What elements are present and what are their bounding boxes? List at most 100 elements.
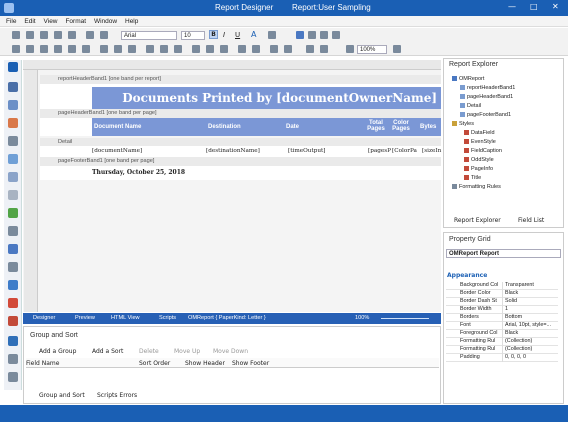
maximize-icon[interactable]: □ [530, 2, 538, 11]
band-page-header[interactable]: pageHeaderBand1 [one band per page] [40, 109, 441, 118]
category-appearance[interactable]: Appearance [447, 272, 487, 279]
bold-button[interactable]: B [209, 30, 218, 39]
zip-tool-icon[interactable] [8, 372, 18, 382]
tree-item-evenstyle[interactable]: EvenStyle [464, 139, 496, 145]
crossband-tool-icon[interactable] [8, 354, 18, 364]
hspace-inc-icon[interactable] [160, 45, 168, 53]
prop-font[interactable]: Font Arial, 10pt, style=... [446, 322, 558, 330]
barcode-tool-icon[interactable] [8, 226, 18, 236]
undo-icon[interactable] [86, 31, 94, 39]
tab-scripts[interactable]: Scripts [159, 313, 176, 324]
delete-icon[interactable] [68, 31, 76, 39]
zoom-select[interactable]: 100% [357, 45, 387, 54]
menu-format[interactable]: Format [65, 16, 86, 27]
move-down-button[interactable]: Move Down [213, 348, 248, 355]
align-left-icon[interactable] [296, 31, 304, 39]
send-back-icon[interactable] [252, 45, 260, 53]
report-title-box[interactable]: Documents Printed by [documentOwnerName] [92, 87, 441, 111]
align-lefts-icon[interactable] [12, 45, 20, 53]
snap-icon[interactable] [284, 45, 292, 53]
zoom-out-icon[interactable] [346, 45, 354, 53]
save-icon[interactable] [12, 31, 20, 39]
underline-button[interactable]: U [235, 31, 240, 39]
add-sort-button[interactable]: Add a Sort [92, 348, 123, 355]
tree-item-omreport[interactable]: OMReport [452, 76, 484, 82]
font-select[interactable]: Arial [121, 31, 177, 40]
tab-field-list[interactable]: Field List [518, 217, 544, 224]
tree-item-page-header[interactable]: pageHeaderBand1 [460, 94, 513, 100]
prop-borders[interactable]: Borders Bottom [446, 314, 558, 322]
tree-item-fieldcaption[interactable]: FieldCaption [464, 148, 502, 154]
menu-help[interactable]: Help [125, 16, 138, 27]
paste-icon[interactable] [54, 31, 62, 39]
tab-html-view[interactable]: HTML View [111, 313, 140, 324]
menu-view[interactable]: View [44, 16, 58, 27]
vspace-inc-icon[interactable] [206, 45, 214, 53]
menu-file[interactable]: File [6, 16, 16, 27]
vspace-equal-icon[interactable] [192, 45, 200, 53]
field-destination[interactable]: [destinationName] [206, 148, 260, 154]
menu-edit[interactable]: Edit [24, 16, 35, 27]
checkbox-tool-icon[interactable] [8, 100, 18, 110]
tree-item-page-footer[interactable]: pageFooterBand1 [460, 112, 511, 118]
field-color-pages[interactable]: [ColorPa [392, 148, 417, 154]
band-page-footer[interactable]: pageFooterBand1 [one band per page] [40, 157, 441, 166]
grid-icon[interactable] [270, 45, 278, 53]
label-tool-icon[interactable] [8, 82, 18, 92]
gauge-tool-icon[interactable] [8, 298, 18, 308]
tree-item-detail[interactable]: Detail [460, 103, 481, 109]
menu-window[interactable]: Window [94, 16, 117, 27]
tab-group-and-sort[interactable]: Group and Sort [39, 392, 85, 399]
field-bytes[interactable]: [sizeIn [422, 148, 441, 154]
copy-icon[interactable] [40, 31, 48, 39]
background-color-icon[interactable] [268, 31, 276, 39]
align-rights-icon[interactable] [40, 45, 48, 53]
shape-tool-icon[interactable] [8, 208, 18, 218]
link-icon[interactable] [306, 45, 314, 53]
table-tool-icon[interactable] [8, 172, 18, 182]
align-centers-icon[interactable] [26, 45, 34, 53]
tree-item-pageinfo[interactable]: PageInfo [464, 166, 493, 172]
prop-border-color[interactable]: Border Color Black [446, 290, 558, 298]
band-report-header[interactable]: reportHeaderBand1 [one band per report] [40, 75, 441, 84]
pagebreak-tool-icon[interactable] [8, 262, 18, 272]
pageinfo-tool-icon[interactable] [8, 336, 18, 346]
line-tool-icon[interactable] [8, 190, 18, 200]
hspace-dec-icon[interactable] [174, 45, 182, 53]
field-date[interactable]: [timeOutput] [288, 148, 326, 154]
prop-formatting-rules-1[interactable]: Formatting Rul (Collection) [446, 338, 558, 346]
zoom-in-icon[interactable] [393, 45, 401, 53]
same-height-icon[interactable] [114, 45, 122, 53]
align-bottoms-icon[interactable] [82, 45, 90, 53]
delete-button[interactable]: Delete [139, 348, 159, 355]
font-size-select[interactable]: 10 [181, 31, 205, 40]
column-header-row[interactable]: Document Name Destination Date Total Pag… [92, 118, 441, 136]
picture-tool-icon[interactable] [8, 136, 18, 146]
vspace-dec-icon[interactable] [220, 45, 228, 53]
tree-item-oddstyle[interactable]: OddStyle [464, 157, 494, 163]
prop-formatting-rules-2[interactable]: Formatting Rul (Collection) [446, 346, 558, 354]
tree-item-datafield[interactable]: DataField [464, 130, 495, 136]
redo-icon[interactable] [100, 31, 108, 39]
tab-preview[interactable]: Preview [75, 313, 95, 324]
justify-icon[interactable] [332, 31, 340, 39]
prop-background-color[interactable]: Background Col Transparent [446, 282, 558, 290]
prop-foreground-color[interactable]: Foreground Col Black [446, 330, 558, 338]
footer-date[interactable]: Thursday, October 25, 2018 [92, 169, 185, 176]
zoom-slider[interactable] [381, 318, 429, 319]
tab-scripts-errors[interactable]: Scripts Errors [97, 392, 137, 399]
tree-item-title[interactable]: Title [464, 175, 481, 181]
panel-tool-icon[interactable] [8, 154, 18, 164]
cut-icon[interactable] [26, 31, 34, 39]
tab-report-explorer[interactable]: Report Explorer [454, 217, 501, 224]
tree-item-styles[interactable]: Styles [452, 121, 474, 127]
same-width-icon[interactable] [100, 45, 108, 53]
chart-tool-icon[interactable] [8, 280, 18, 290]
tab-designer[interactable]: Designer [33, 313, 55, 324]
prop-border-dash[interactable]: Border Dash St Solid [446, 298, 558, 306]
close-icon[interactable]: ✕ [552, 2, 559, 11]
prop-border-width[interactable]: Border Width 1 [446, 306, 558, 314]
subreport-tool-icon[interactable] [8, 244, 18, 254]
richtext-tool-icon[interactable] [8, 118, 18, 128]
field-document-name[interactable]: [documentName] [92, 148, 142, 154]
